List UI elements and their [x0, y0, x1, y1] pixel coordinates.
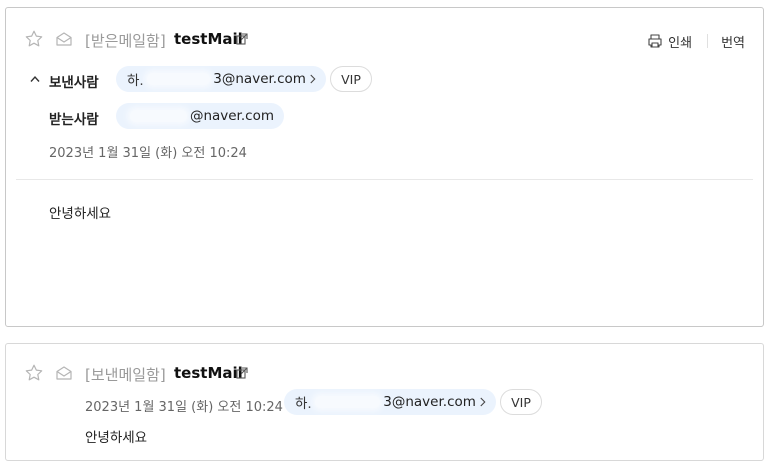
redacted-recipient [130, 110, 187, 122]
vip-button[interactable]: VIP [500, 389, 542, 415]
header-divider [16, 179, 753, 180]
action-divider [707, 34, 709, 48]
star-icon[interactable] [24, 29, 44, 49]
mail-body: 안녕하세요 [85, 430, 148, 446]
open-new-window-icon[interactable] [236, 367, 248, 379]
sender-name: 하. [295, 396, 312, 412]
collapse-chevron-up-icon[interactable] [29, 74, 41, 84]
sender-address: 3@naver.com [383, 394, 476, 410]
envelope-open-icon[interactable] [54, 29, 74, 49]
mail-subject: testMail [174, 30, 243, 48]
sender-address: 3@naver.com [213, 71, 306, 87]
vip-button[interactable]: VIP [330, 66, 372, 92]
mail-card-received: [받은메일함] testMail 인쇄 번역 보낸사람 하. 3@naver.c… [5, 7, 764, 327]
redacted-sender [146, 73, 211, 85]
mail-folder-label[interactable]: [보낸메일함] [85, 364, 166, 385]
chevron-right-icon [310, 74, 316, 84]
chevron-right-icon [480, 397, 486, 407]
mail-body: 안녕하세요 [49, 206, 112, 222]
print-label: 인쇄 [668, 35, 693, 51]
mail-subject: testMail [174, 364, 243, 382]
sender-address-chip[interactable]: 하. 3@naver.com [284, 389, 496, 415]
translate-button[interactable]: 번역 [721, 32, 745, 51]
mail-actions: 인쇄 번역 [647, 31, 745, 51]
redacted-sender [314, 396, 381, 408]
translate-label: 번역 [721, 35, 745, 51]
recipient-label: 받는사람 [49, 112, 99, 128]
sender-name: 하. [127, 73, 144, 89]
open-new-window-icon[interactable] [236, 33, 248, 45]
star-icon[interactable] [24, 363, 44, 383]
mail-card-sent: [보낸메일함] testMail 2023년 1월 31일 (화) 오전 10:… [5, 343, 764, 461]
envelope-open-icon[interactable] [54, 363, 74, 383]
recipient-address-chip[interactable]: @naver.com [116, 103, 284, 129]
print-button[interactable]: 인쇄 [647, 32, 692, 51]
mail-date: 2023년 1월 31일 (화) 오전 10:24 [49, 146, 247, 161]
mail-folder-label[interactable]: [받은메일함] [85, 30, 166, 51]
printer-icon [648, 34, 662, 48]
recipient-address: @naver.com [189, 108, 274, 124]
sender-label: 보낸사람 [49, 75, 99, 91]
mail-date: 2023년 1월 31일 (화) 오전 10:24 [85, 400, 283, 415]
sender-address-chip[interactable]: 하. 3@naver.com [116, 66, 326, 92]
